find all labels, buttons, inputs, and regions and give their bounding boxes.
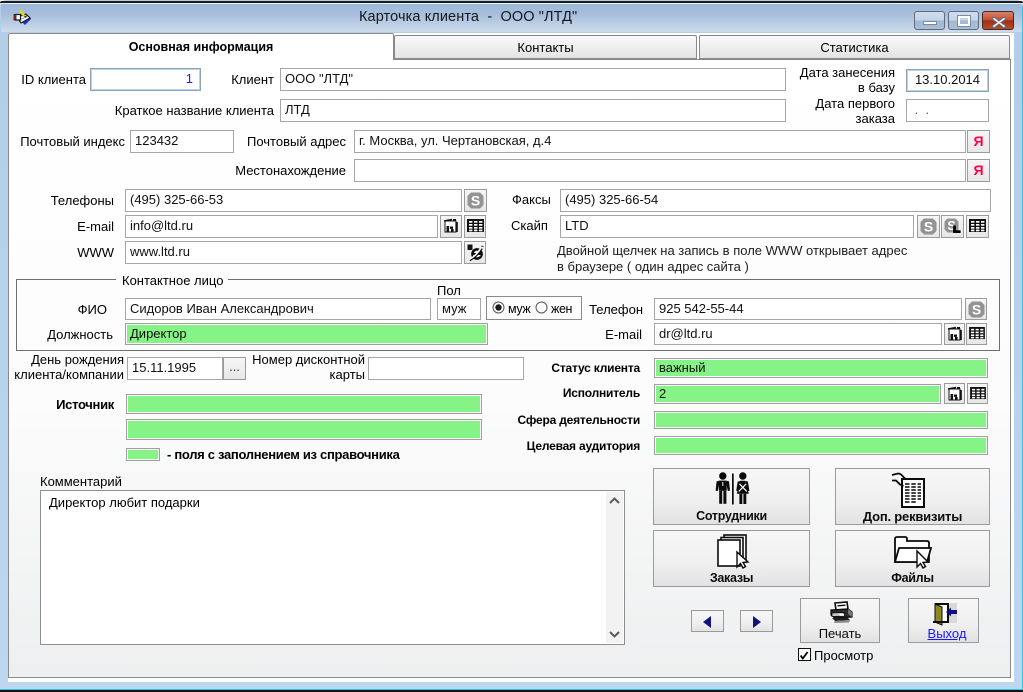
svg-text:S: S <box>971 302 980 318</box>
svg-text:S: S <box>924 219 933 235</box>
svg-text:S: S <box>471 193 480 209</box>
